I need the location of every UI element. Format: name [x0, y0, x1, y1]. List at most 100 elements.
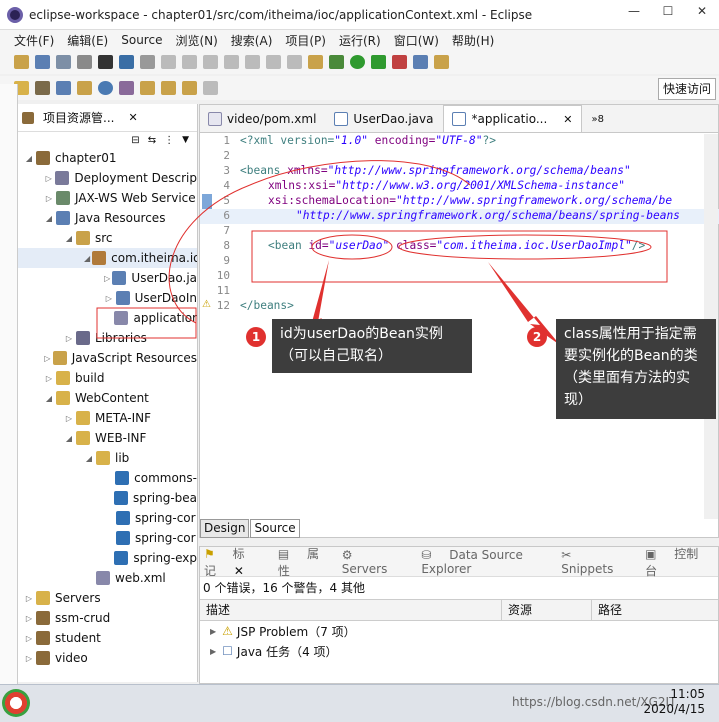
step-return-icon[interactable]	[287, 55, 302, 69]
chevron-right-icon[interactable]: ▷	[24, 654, 34, 663]
tree-item[interactable]: spring-cor	[18, 528, 197, 548]
tree-item[interactable]: ◢ Java Resources	[18, 208, 197, 228]
chevron-right-icon[interactable]: ▷	[44, 354, 51, 363]
tree-item[interactable]: ▷ video	[18, 648, 197, 668]
tree-item[interactable]: ▷ UserDao.ja	[18, 268, 197, 288]
tab-overflow[interactable]: »8	[584, 106, 612, 132]
filter-icon[interactable]: ⋮	[164, 135, 174, 146]
prev-annotation-icon[interactable]	[161, 81, 176, 95]
tree-item[interactable]: ▷ student	[18, 628, 197, 648]
new-package-icon[interactable]	[434, 55, 449, 69]
forward-icon[interactable]	[203, 81, 218, 95]
tab-data-source[interactable]: ⛁ Data Source Explorer	[421, 548, 547, 576]
tab-pom-xml[interactable]: video/pom.xml	[200, 106, 324, 132]
close-tab-icon[interactable]: ✕	[563, 113, 572, 126]
tree-item[interactable]: commons-	[18, 468, 197, 488]
chevron-down-icon[interactable]: ◢	[84, 254, 90, 263]
search-icon[interactable]	[56, 81, 71, 95]
resume-icon[interactable]	[161, 55, 176, 69]
drop-to-frame-icon[interactable]	[308, 55, 323, 69]
tree-item[interactable]: spring-cor	[18, 508, 197, 528]
chevron-down-icon[interactable]: ◢	[44, 214, 54, 223]
tree-item[interactable]: ▷ JAX-WS Web Service	[18, 188, 197, 208]
tree-item[interactable]: applicatior	[18, 308, 197, 328]
next-annotation-icon[interactable]	[140, 81, 155, 95]
chevron-right-icon[interactable]: ▶	[210, 627, 216, 636]
new-icon[interactable]	[14, 55, 29, 69]
print-icon[interactable]	[77, 55, 92, 69]
tree-item[interactable]: ▷ META-INF	[18, 408, 197, 428]
chevron-down-icon[interactable]: ◢	[24, 154, 34, 163]
chevron-right-icon[interactable]: ▷	[44, 374, 54, 383]
tree-item[interactable]: ▷ Deployment Descrip	[18, 168, 197, 188]
link-editor-icon[interactable]: ⇆	[148, 135, 156, 146]
tree-item[interactable]: ◢ chapter01	[18, 148, 197, 168]
tree-item[interactable]: ◢ WebContent	[18, 388, 197, 408]
chevron-down-icon[interactable]: ◢	[84, 454, 94, 463]
back-icon[interactable]	[182, 81, 197, 95]
suspend-icon[interactable]	[182, 55, 197, 69]
table-row[interactable]: ▶ ☐ Java 任务（4 项）	[200, 641, 718, 661]
globe-icon[interactable]	[98, 81, 113, 95]
minimize-button[interactable]: —	[617, 0, 651, 22]
tree-item[interactable]: ▷ build	[18, 368, 197, 388]
tree-item[interactable]: ◢ com.itheima.io	[18, 248, 197, 268]
menu-project[interactable]: 项目(P)	[285, 32, 326, 49]
tree-item[interactable]: ▷ JavaScript Resources	[18, 348, 197, 368]
chevron-right-icon[interactable]: ▷	[64, 414, 74, 423]
chevron-down-icon[interactable]: ◢	[64, 234, 74, 243]
tab-properties[interactable]: ▤ 属性	[278, 545, 328, 579]
column-resource[interactable]: 资源	[502, 600, 592, 620]
external-tools-icon[interactable]	[392, 55, 407, 69]
menu-navigate[interactable]: 浏览(N)	[175, 32, 217, 49]
project-explorer-tab[interactable]: 项目资源管... ✕	[18, 104, 197, 132]
server-icon[interactable]	[119, 55, 134, 69]
table-row[interactable]: ▶ ⚠ JSP Problem（7 项）	[200, 621, 718, 641]
close-button[interactable]: ✕	[685, 0, 719, 22]
terminate-icon[interactable]	[203, 55, 218, 69]
column-description[interactable]: 描述	[200, 600, 502, 620]
tree-item[interactable]: ▷ Servers	[18, 588, 197, 608]
chevron-right-icon[interactable]: ▷	[24, 634, 34, 643]
tree-item[interactable]: ▷ ssm-crud	[18, 608, 197, 628]
new-java-project-icon[interactable]	[413, 55, 428, 69]
design-tab[interactable]: Design	[200, 519, 250, 538]
collapse-all-icon[interactable]: ⊟	[131, 135, 139, 146]
run-icon[interactable]	[350, 55, 365, 69]
save-all-icon[interactable]	[56, 55, 71, 69]
chevron-right-icon[interactable]: ▷	[44, 194, 54, 203]
menu-edit[interactable]: 编辑(E)	[67, 32, 108, 49]
save-icon[interactable]	[35, 55, 50, 69]
profile-icon[interactable]	[98, 55, 113, 69]
tab-application-context[interactable]: *applicatio... ✕	[443, 105, 582, 132]
debug-icon[interactable]	[329, 55, 344, 69]
tree-item[interactable]: ◢ WEB-INF	[18, 428, 197, 448]
chevron-down-icon[interactable]: ◢	[64, 434, 74, 443]
open-task-icon[interactable]	[35, 81, 50, 95]
chevron-right-icon[interactable]: ▷	[104, 274, 110, 283]
menu-help[interactable]: 帮助(H)	[452, 32, 494, 49]
tree-item[interactable]: spring-bea	[18, 488, 197, 508]
chevron-right-icon[interactable]: ▷	[104, 294, 114, 303]
tree-item[interactable]: web.xml	[18, 568, 197, 588]
close-icon[interactable]: ✕	[128, 111, 137, 124]
menu-file[interactable]: 文件(F)	[14, 32, 54, 49]
menu-run[interactable]: 运行(R)	[339, 32, 381, 49]
tab-servers[interactable]: ⚙ Servers	[342, 548, 408, 576]
tab-markers[interactable]: ⚑ 标记 ✕	[204, 545, 264, 579]
coverage-icon[interactable]	[371, 55, 386, 69]
tab-snippets[interactable]: ✂ Snippets	[561, 548, 631, 576]
tree-item[interactable]: ◢ src	[18, 228, 197, 248]
tree-item[interactable]: ▷ UserDaoIn	[18, 288, 197, 308]
tab-console[interactable]: ▣ 控制台	[645, 545, 704, 579]
view-menu-icon[interactable]: ▼	[182, 135, 189, 145]
maximize-button[interactable]: ☐	[651, 0, 685, 22]
chevron-right-icon[interactable]: ▷	[44, 174, 53, 183]
tab-userdao-java[interactable]: UserDao.java	[326, 106, 441, 132]
menu-search[interactable]: 搜索(A)	[231, 32, 273, 49]
tree-item[interactable]: ▷ Libraries	[18, 328, 197, 348]
chevron-down-icon[interactable]: ◢	[44, 394, 54, 403]
chevron-right-icon[interactable]: ▷	[24, 594, 34, 603]
quick-access-field[interactable]: 快速访问	[658, 78, 716, 100]
task-icon[interactable]	[119, 81, 134, 95]
